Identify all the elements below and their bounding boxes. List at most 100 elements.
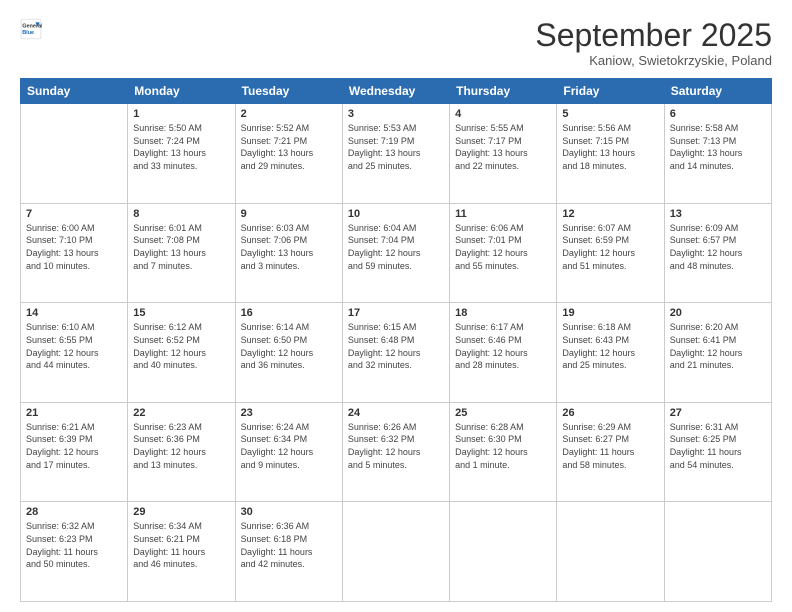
calendar-cell: 25 Sunrise: 6:28 AM Sunset: 6:30 PM Dayli… <box>450 402 557 502</box>
day-number: 11 <box>455 208 551 220</box>
svg-text:General: General <box>22 23 42 29</box>
logo: General Blue <box>20 18 42 40</box>
day-number: 27 <box>670 407 766 419</box>
day-number: 15 <box>133 307 229 319</box>
day-number: 29 <box>133 506 229 518</box>
calendar-cell: 26 Sunrise: 6:29 AM Sunset: 6:27 PM Dayli… <box>557 402 664 502</box>
day-header-monday: Monday <box>128 79 235 104</box>
cell-daylight-info: Sunrise: 6:36 AM Sunset: 6:18 PM Dayligh… <box>241 520 337 570</box>
day-number: 6 <box>670 108 766 120</box>
cell-daylight-info: Sunrise: 6:20 AM Sunset: 6:41 PM Dayligh… <box>670 321 766 371</box>
calendar-cell: 4Sunrise: 5:55 AM Sunset: 7:17 PM Daylig… <box>450 104 557 204</box>
calendar-cell: 9Sunrise: 6:03 AM Sunset: 7:06 PM Daylig… <box>235 203 342 303</box>
day-number: 26 <box>562 407 658 419</box>
cell-daylight-info: Sunrise: 6:10 AM Sunset: 6:55 PM Dayligh… <box>26 321 122 371</box>
calendar-cell: 18 Sunrise: 6:17 AM Sunset: 6:46 PM Dayli… <box>450 303 557 403</box>
calendar-cell <box>664 502 771 602</box>
cell-daylight-info: Sunrise: 6:29 AM Sunset: 6:27 PM Dayligh… <box>562 421 658 471</box>
week-row-1: 1 Sunrise: 5:50 AM Sunset: 7:24 PM Daylig… <box>21 104 772 204</box>
cell-daylight-info: Sunrise: 6:01 AM Sunset: 7:08 PM Dayligh… <box>133 222 229 272</box>
cell-daylight-info: Sunrise: 6:21 AM Sunset: 6:39 PM Dayligh… <box>26 421 122 471</box>
cell-daylight-info: Sunrise: 6:14 AM Sunset: 6:50 PM Dayligh… <box>241 321 337 371</box>
calendar-cell: 6 Sunrise: 5:58 AM Sunset: 7:13 PM Daylig… <box>664 104 771 204</box>
calendar-cell: 24 Sunrise: 6:26 AM Sunset: 6:32 PM Dayli… <box>342 402 449 502</box>
calendar-cell: 16Sunrise: 6:14 AM Sunset: 6:50 PM Dayli… <box>235 303 342 403</box>
day-number: 3 <box>348 108 444 120</box>
week-row-4: 21 Sunrise: 6:21 AM Sunset: 6:39 PM Dayli… <box>21 402 772 502</box>
cell-daylight-info: Sunrise: 6:24 AM Sunset: 6:34 PM Dayligh… <box>241 421 337 471</box>
cell-daylight-info: Sunrise: 6:31 AM Sunset: 6:25 PM Dayligh… <box>670 421 766 471</box>
cell-daylight-info: Sunrise: 5:56 AM Sunset: 7:15 PM Dayligh… <box>562 122 658 172</box>
title-block: September 2025 Kaniow, Swietokrzyskie, P… <box>535 18 772 68</box>
day-number: 18 <box>455 307 551 319</box>
calendar-cell: 19Sunrise: 6:18 AM Sunset: 6:43 PM Dayli… <box>557 303 664 403</box>
day-header-friday: Friday <box>557 79 664 104</box>
day-number: 1 <box>133 108 229 120</box>
cell-daylight-info: Sunrise: 5:53 AM Sunset: 7:19 PM Dayligh… <box>348 122 444 172</box>
day-number: 5 <box>562 108 658 120</box>
calendar-cell: 23Sunrise: 6:24 AM Sunset: 6:34 PM Dayli… <box>235 402 342 502</box>
calendar-cell: 30 Sunrise: 6:36 AM Sunset: 6:18 PM Dayli… <box>235 502 342 602</box>
calendar-cell: 8 Sunrise: 6:01 AM Sunset: 7:08 PM Daylig… <box>128 203 235 303</box>
calendar-cell: 3 Sunrise: 5:53 AM Sunset: 7:19 PM Daylig… <box>342 104 449 204</box>
cell-daylight-info: Sunrise: 6:06 AM Sunset: 7:01 PM Dayligh… <box>455 222 551 272</box>
cell-daylight-info: Sunrise: 6:28 AM Sunset: 6:30 PM Dayligh… <box>455 421 551 471</box>
day-header-saturday: Saturday <box>664 79 771 104</box>
cell-daylight-info: Sunrise: 6:03 AM Sunset: 7:06 PM Dayligh… <box>241 222 337 272</box>
calendar-table: SundayMondayTuesdayWednesdayThursdayFrid… <box>20 78 772 602</box>
day-number: 30 <box>241 506 337 518</box>
cell-daylight-info: Sunrise: 6:00 AM Sunset: 7:10 PM Dayligh… <box>26 222 122 272</box>
calendar-cell: 15Sunrise: 6:12 AM Sunset: 6:52 PM Dayli… <box>128 303 235 403</box>
calendar-cell: 28 Sunrise: 6:32 AM Sunset: 6:23 PM Dayli… <box>21 502 128 602</box>
calendar-cell <box>450 502 557 602</box>
calendar-cell: 2 Sunrise: 5:52 AM Sunset: 7:21 PM Daylig… <box>235 104 342 204</box>
calendar-cell <box>342 502 449 602</box>
cell-daylight-info: Sunrise: 6:32 AM Sunset: 6:23 PM Dayligh… <box>26 520 122 570</box>
calendar-cell: 13Sunrise: 6:09 AM Sunset: 6:57 PM Dayli… <box>664 203 771 303</box>
cell-daylight-info: Sunrise: 5:55 AM Sunset: 7:17 PM Dayligh… <box>455 122 551 172</box>
month-title: September 2025 <box>535 18 772 53</box>
day-number: 21 <box>26 407 122 419</box>
calendar-cell <box>21 104 128 204</box>
header: General Blue September 2025 Kaniow, Swie… <box>20 18 772 68</box>
cell-daylight-info: Sunrise: 5:58 AM Sunset: 7:13 PM Dayligh… <box>670 122 766 172</box>
calendar-cell: 11 Sunrise: 6:06 AM Sunset: 7:01 PM Dayli… <box>450 203 557 303</box>
day-number: 14 <box>26 307 122 319</box>
calendar-cell: 22 Sunrise: 6:23 AM Sunset: 6:36 PM Dayli… <box>128 402 235 502</box>
day-number: 12 <box>562 208 658 220</box>
day-number: 20 <box>670 307 766 319</box>
day-number: 8 <box>133 208 229 220</box>
day-number: 28 <box>26 506 122 518</box>
cell-daylight-info: Sunrise: 5:52 AM Sunset: 7:21 PM Dayligh… <box>241 122 337 172</box>
location-subtitle: Kaniow, Swietokrzyskie, Poland <box>535 53 772 68</box>
day-number: 10 <box>348 208 444 220</box>
day-number: 19 <box>562 307 658 319</box>
cell-daylight-info: Sunrise: 6:15 AM Sunset: 6:48 PM Dayligh… <box>348 321 444 371</box>
calendar-cell: 10 Sunrise: 6:04 AM Sunset: 7:04 PM Dayli… <box>342 203 449 303</box>
calendar-cell <box>557 502 664 602</box>
cell-daylight-info: Sunrise: 6:23 AM Sunset: 6:36 PM Dayligh… <box>133 421 229 471</box>
cell-daylight-info: Sunrise: 6:17 AM Sunset: 6:46 PM Dayligh… <box>455 321 551 371</box>
calendar-cell: 20 Sunrise: 6:20 AM Sunset: 6:41 PM Dayli… <box>664 303 771 403</box>
header-row: SundayMondayTuesdayWednesdayThursdayFrid… <box>21 79 772 104</box>
cell-daylight-info: Sunrise: 6:26 AM Sunset: 6:32 PM Dayligh… <box>348 421 444 471</box>
page: General Blue September 2025 Kaniow, Swie… <box>0 0 792 612</box>
cell-daylight-info: Sunrise: 5:50 AM Sunset: 7:24 PM Dayligh… <box>133 122 229 172</box>
calendar-cell: 21 Sunrise: 6:21 AM Sunset: 6:39 PM Dayli… <box>21 402 128 502</box>
calendar-cell: 5 Sunrise: 5:56 AM Sunset: 7:15 PM Daylig… <box>557 104 664 204</box>
day-header-tuesday: Tuesday <box>235 79 342 104</box>
calendar-cell: 17 Sunrise: 6:15 AM Sunset: 6:48 PM Dayli… <box>342 303 449 403</box>
day-number: 25 <box>455 407 551 419</box>
day-number: 24 <box>348 407 444 419</box>
day-number: 17 <box>348 307 444 319</box>
day-header-wednesday: Wednesday <box>342 79 449 104</box>
day-number: 13 <box>670 208 766 220</box>
day-number: 2 <box>241 108 337 120</box>
svg-text:Blue: Blue <box>22 30 34 36</box>
calendar-cell: 29 Sunrise: 6:34 AM Sunset: 6:21 PM Dayli… <box>128 502 235 602</box>
cell-daylight-info: Sunrise: 6:34 AM Sunset: 6:21 PM Dayligh… <box>133 520 229 570</box>
day-header-thursday: Thursday <box>450 79 557 104</box>
day-number: 22 <box>133 407 229 419</box>
calendar-cell: 14 Sunrise: 6:10 AM Sunset: 6:55 PM Dayli… <box>21 303 128 403</box>
cell-daylight-info: Sunrise: 6:04 AM Sunset: 7:04 PM Dayligh… <box>348 222 444 272</box>
